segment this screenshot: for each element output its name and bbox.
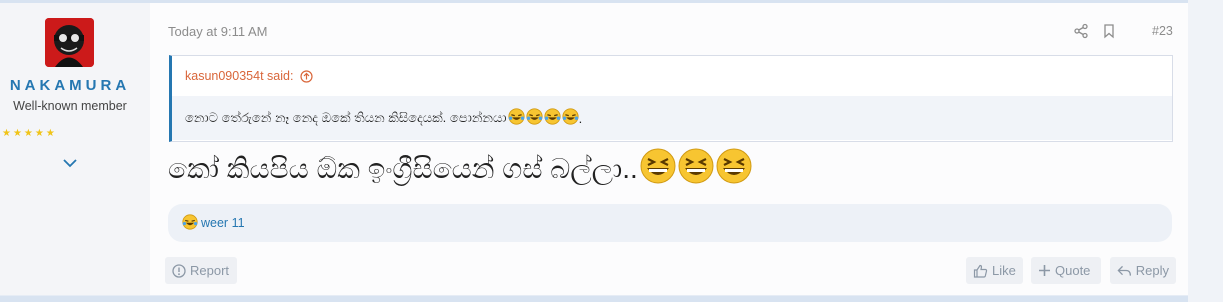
- quote-body: නොට තේරුනේ නෑ නෙද ඔකේ තියන කිසිදෙයක්. පො…: [172, 96, 1172, 140]
- rating-stars: ★★★★★: [2, 128, 57, 139]
- arrow-up-circle-icon[interactable]: [300, 69, 314, 83]
- bookmark-icon[interactable]: [1101, 23, 1117, 39]
- quote-text: නොට තේරුනේ නෑ නෙද ඔකේ තියන කිසිදෙයක්. පො…: [185, 110, 507, 125]
- page-gutter: [1188, 0, 1223, 302]
- reply-arrow-icon: [1117, 265, 1132, 276]
- laughing-tears-emoji-icon: [544, 108, 561, 128]
- quote-author[interactable]: kasun090354t said:: [185, 69, 293, 83]
- report-button[interactable]: Report: [165, 257, 237, 284]
- quote-block: kasun090354t said: නොට තේරුනේ නෑ නෙද ඔකේ…: [169, 55, 1173, 142]
- thumbs-up-icon: [973, 264, 988, 278]
- share-icon[interactable]: [1073, 23, 1089, 39]
- laughing-tears-emoji-icon: [562, 108, 579, 128]
- reactions-summary[interactable]: weer 11: [201, 216, 245, 230]
- post-top-actions: #23: [1073, 23, 1173, 41]
- post-timestamp[interactable]: Today at 9:11 AM: [168, 24, 268, 39]
- grinning-squint-emoji-icon: [678, 148, 714, 191]
- post-number[interactable]: #23: [1152, 24, 1173, 38]
- reply-label: Reply: [1135, 263, 1169, 278]
- user-title: Well-known member: [13, 99, 127, 113]
- post-message: කෝ කියපිය ඕක ඉංග්‍රීසියෙන් ගස් බල්ලා..: [168, 148, 752, 190]
- username[interactable]: NAKAMURA: [0, 77, 140, 94]
- chevron-down-icon[interactable]: [62, 155, 78, 171]
- report-label: Report: [190, 263, 230, 278]
- quote-trailing: .: [578, 110, 583, 126]
- user-cell: NAKAMURA Well-known member ★★★★★: [0, 3, 150, 295]
- laughing-tears-emoji-icon: [526, 108, 543, 128]
- quote-header: kasun090354t said:: [172, 56, 1172, 96]
- laughing-tears-emoji-icon: [508, 108, 525, 128]
- forum-post: NAKAMURA Well-known member ★★★★★ Today a…: [0, 3, 1188, 295]
- grinning-squint-emoji-icon: [640, 148, 676, 191]
- grinning-squint-emoji-icon: [716, 148, 752, 191]
- like-button[interactable]: Like: [966, 257, 1023, 284]
- quote-button[interactable]: Quote: [1031, 257, 1101, 284]
- reply-button[interactable]: Reply: [1110, 257, 1176, 284]
- bottom-divider: [0, 296, 1188, 302]
- like-label: Like: [992, 263, 1016, 278]
- plus-icon: [1039, 265, 1050, 276]
- reactions-bar: weer 11: [168, 204, 1172, 242]
- avatar[interactable]: [45, 18, 94, 67]
- laughing-tears-emoji-icon: [182, 213, 198, 233]
- warning-circle-icon: [172, 263, 186, 278]
- quote-label: Quote: [1055, 263, 1091, 278]
- message-text: කෝ කියපිය ඕක ඉංග්‍රීසියෙන් ගස් බල්ලා..: [168, 152, 638, 184]
